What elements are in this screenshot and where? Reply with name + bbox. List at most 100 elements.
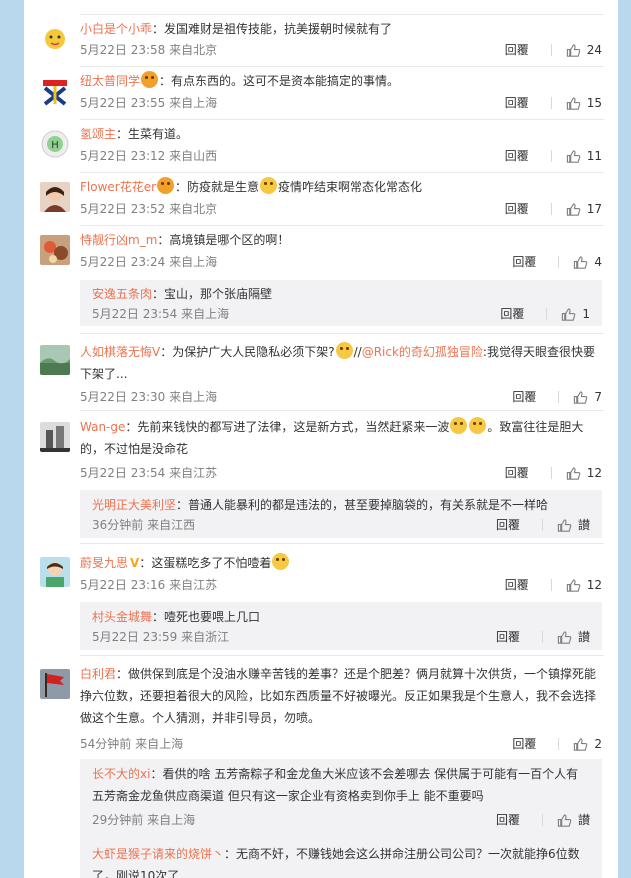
comment-meta: 5月22日 23:24 来自上海 <box>80 255 218 269</box>
comment-username[interactable]: 小白是个小乖 <box>80 22 152 36</box>
svg-text:H: H <box>51 140 59 151</box>
action-divider <box>550 579 552 591</box>
comment-item: 人如棋落无悔V：为保护广大人民隐私必须下架?//@Rick的奇幻孤独冒险:我觉得… <box>24 333 618 410</box>
avatar[interactable] <box>40 24 70 54</box>
like-button[interactable]: 24 <box>566 41 602 59</box>
comment-item: 白利君：做供保到底是个没油水赚辛苦钱的差事？还是个肥差？俩月就算十次供货，一个镇… <box>24 655 618 878</box>
reply-button[interactable]: 回覆 <box>505 200 529 218</box>
comment-text-cont: // <box>353 345 362 359</box>
comment-username[interactable]: 人如棋落无悔V <box>80 345 160 359</box>
reply-button[interactable]: 回覆 <box>500 305 524 323</box>
reply-meta: 36分钟前 来自江西 <box>92 518 196 532</box>
comment-body: 人如棋落无悔V：为保护广大人民隐私必须下架?//@Rick的奇幻孤独冒险:我觉得… <box>80 341 602 385</box>
like-count: 讃 <box>577 630 590 644</box>
reply-button[interactable]: 回覆 <box>505 147 529 165</box>
comment-text-cont: 疫情咋结束啊常态化常态化 <box>278 180 423 194</box>
like-button[interactable]: 11 <box>566 147 602 165</box>
vip-badge-icon <box>141 71 159 88</box>
thumbs-up-icon <box>557 630 572 644</box>
like-button[interactable]: 讃 <box>557 628 590 646</box>
comment-meta: 5月22日 23:58 来自北京 <box>80 43 218 57</box>
reply-button[interactable]: 回覆 <box>512 735 536 753</box>
comment-text: ：先前来钱快的都写进了法律，这是新方式，当然赶紧来一波 <box>125 420 450 434</box>
like-button[interactable]: 15 <box>566 94 602 112</box>
comment-meta: 5月22日 23:12 来自山西 <box>80 149 218 163</box>
reply-username[interactable]: 安逸五条肉 <box>92 287 152 301</box>
like-button[interactable]: 4 <box>573 253 602 271</box>
comment-item: Flower花花er ：防疫就是生意 疫情咋结束啊常态化常态化 5月22日 23:5… <box>24 172 618 225</box>
reply-meta: 5月22日 23:54 来自上海 <box>92 307 230 321</box>
comment-text: ：这蛋糕吃多了不怕噎着 <box>139 556 272 570</box>
reply-button[interactable]: 回覆 <box>512 253 536 271</box>
action-divider <box>558 256 560 268</box>
avatar[interactable] <box>40 182 70 212</box>
like-button[interactable]: 2 <box>573 735 602 753</box>
avatar[interactable] <box>40 557 70 587</box>
comment-meta: 5月22日 23:55 来自上海 <box>80 96 218 110</box>
reply-meta: 5月22日 23:59 来自浙江 <box>92 630 230 644</box>
reply-button[interactable]: 回覆 <box>512 388 536 406</box>
comment-body: 白利君：做供保到底是个没油水赚辛苦钱的差事？还是个肥差？俩月就算十次供货，一个镇… <box>80 663 602 729</box>
comment-meta: 5月22日 23:16 来自江苏 <box>80 578 218 592</box>
like-count: 7 <box>594 390 602 404</box>
verified-badge: V <box>130 556 140 570</box>
comment-username[interactable]: Wan-ge <box>80 420 125 434</box>
action-divider <box>550 97 552 109</box>
reply-username[interactable]: 长不大的xi <box>92 767 150 781</box>
reply-text: ：噎死也要喂上几口 <box>152 610 261 624</box>
action-divider <box>558 738 560 750</box>
comment-item: Wan-ge：先前来钱快的都写进了法律，这是新方式，当然赶紧来一波 。致富往往是胆… <box>24 410 618 543</box>
comment-username[interactable]: 白利君 <box>80 667 116 681</box>
comment-item: 蔚旻九思 V：这蛋糕吃多了不怕噎着 5月22日 23:16 来自江苏 回覆 12 … <box>24 543 618 655</box>
action-divider <box>550 150 552 162</box>
reply-button[interactable]: 回覆 <box>496 628 520 646</box>
reply-body: 大虾是猴子请来的烧饼丶：无商不奸，不赚钱她会这么拼命注册公司公司？一次就能挣6位… <box>92 843 590 878</box>
comment-meta: 54分钟前 来自上海 <box>80 737 184 751</box>
comment-list: 小白是个小乖：发国难财是祖传技能，抗美援朝时候就有了 5月22日 23:58 来… <box>24 0 618 878</box>
like-button[interactable]: 讃 <box>557 811 590 829</box>
like-button[interactable]: 17 <box>566 200 602 218</box>
reply-button[interactable]: 回覆 <box>505 94 529 112</box>
reply-body: 长不大的xi：看供的啥 五芳斋粽子和金龙鱼大米应该不会差哪去 保供属于可能有一百… <box>92 763 590 807</box>
comment-username[interactable]: Flower花花er <box>80 180 156 194</box>
avatar[interactable] <box>40 235 70 265</box>
avatar[interactable] <box>40 76 70 106</box>
like-count: 24 <box>586 43 602 57</box>
comment-text: ：发国难财是祖传技能，抗美援朝时候就有了 <box>152 22 393 36</box>
like-button[interactable]: 讃 <box>557 516 590 534</box>
emoji-icon <box>469 417 487 434</box>
mention-link[interactable]: @Rick的奇幻孤独冒险 <box>362 345 483 359</box>
avatar[interactable] <box>40 669 70 699</box>
like-button[interactable]: 1 <box>561 305 590 323</box>
comment-username[interactable]: 恃靓行凶m_m <box>80 233 157 247</box>
comment-meta: 5月22日 23:30 来自上海 <box>80 390 218 404</box>
like-count: 12 <box>586 578 602 592</box>
reply-username[interactable]: 大虾是猴子请来的烧饼丶 <box>92 847 224 861</box>
reply-username[interactable]: 光明正大美利坚 <box>92 498 176 512</box>
reply-button[interactable]: 回覆 <box>505 41 529 59</box>
emoji-icon <box>450 417 468 434</box>
like-button[interactable]: 12 <box>566 464 602 482</box>
avatar[interactable]: H <box>40 129 70 159</box>
reply-button[interactable]: 回覆 <box>505 576 529 594</box>
reply-username[interactable]: 村头金城舞 <box>92 610 152 624</box>
reply-text: ：看供的啥 五芳斋粽子和金龙鱼大米应该不会差哪去 保供属于可能有一百个人有五芳斋… <box>92 767 579 803</box>
thumbs-up-icon <box>574 255 588 269</box>
reply-button[interactable]: 回覆 <box>496 811 520 829</box>
reply-box: 安逸五条肉：宝山，那个张庙隔壁 5月22日 23:54 来自上海 回覆 1 <box>80 280 602 326</box>
comment-username[interactable]: 氢颂主 <box>80 127 116 141</box>
reply-box: 村头金城舞：噎死也要喂上几口 5月22日 23:59 来自浙江 回覆 讃 <box>80 602 602 650</box>
comment-meta: 5月22日 23:54 来自江苏 <box>80 466 218 480</box>
like-button[interactable]: 7 <box>573 388 602 406</box>
reply-button[interactable]: 回覆 <box>496 516 520 534</box>
like-count: 12 <box>586 466 602 480</box>
reply-button[interactable]: 回覆 <box>505 464 529 482</box>
like-count: 17 <box>586 202 602 216</box>
comment-username[interactable]: 纽太普同学 <box>80 74 140 88</box>
avatar[interactable] <box>40 422 70 452</box>
reply-box: 光明正大美利坚：普通人能暴利的都是违法的，甚至要掉脑袋的，有关系就是不一样哈 3… <box>80 490 602 538</box>
comment-username[interactable]: 蔚旻九思 <box>80 556 128 570</box>
avatar[interactable] <box>40 345 70 375</box>
like-button[interactable]: 12 <box>566 576 602 594</box>
comment-item: H 氢颂主：生菜有道。 5月22日 23:12 来自山西 回覆 11 <box>24 119 618 172</box>
